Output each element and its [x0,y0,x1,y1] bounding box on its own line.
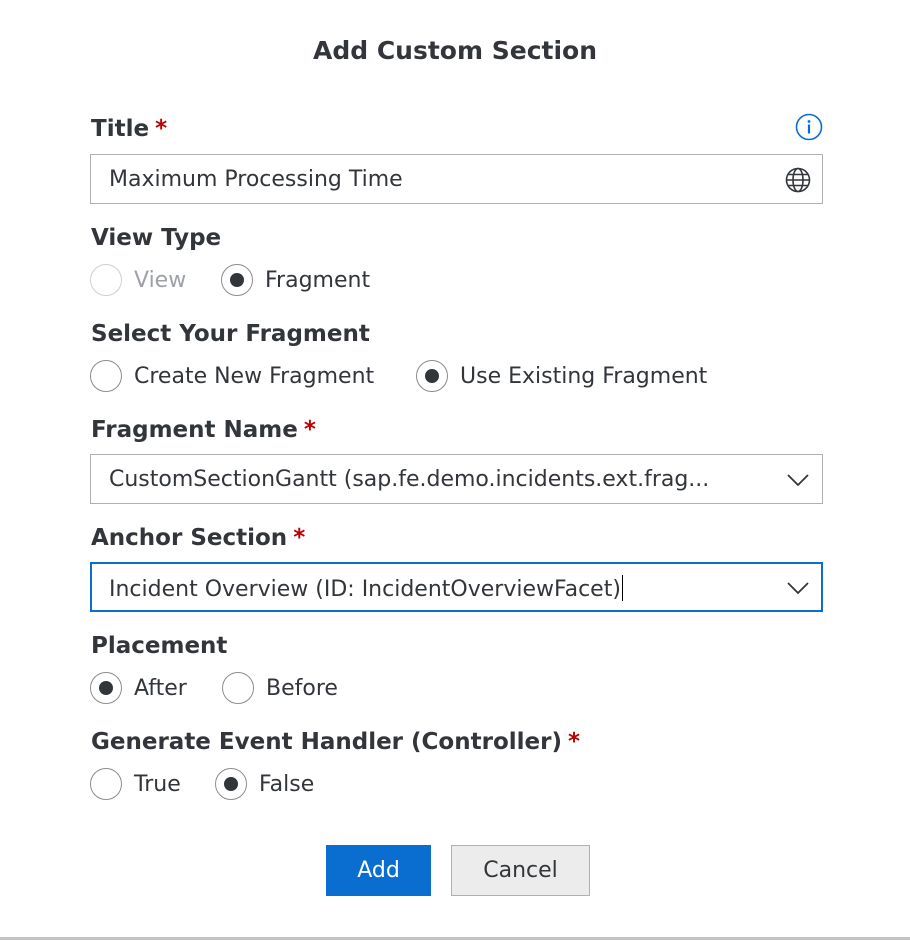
anchor-section-value-wrap: Incident Overview (ID: IncidentOverviewF… [109,575,623,602]
dialog-title: Add Custom Section [312,36,598,65]
placement-label: Placement [91,633,228,659]
title-label-text: Title [91,116,150,142]
radio-fragment[interactable]: Fragment [221,262,370,298]
view-type-label: View Type [91,225,222,251]
fragment-name-label-text: Fragment Name [91,417,298,443]
radio-after-label: After [134,675,187,701]
radio-use-existing-fragment[interactable]: Use Existing Fragment [416,358,707,394]
radio-true-label: True [134,771,181,797]
info-icon[interactable] [795,113,823,141]
radio-after[interactable]: After [90,670,187,706]
anchor-section-value: Incident Overview (ID: IncidentOverviewF… [109,577,621,602]
select-fragment-label: Select Your Fragment [91,321,370,347]
anchor-section-label: Anchor Section * [91,525,305,551]
radio-after-circle[interactable] [90,672,122,704]
radio-create-new-fragment[interactable]: Create New Fragment [90,358,374,394]
radio-before-label: Before [266,675,338,701]
anchor-section-select[interactable]: Incident Overview (ID: IncidentOverviewF… [90,562,823,612]
fragment-name-select[interactable]: CustomSectionGantt (sap.fe.demo.incident… [90,454,823,504]
fragment-name-label: Fragment Name * [91,417,316,443]
title-label: Title * [91,116,167,142]
radio-false-circle[interactable] [215,768,247,800]
cancel-button[interactable]: Cancel [451,845,590,896]
anchor-section-label-text: Anchor Section [91,525,288,551]
text-caret [621,575,623,601]
radio-create-new-fragment-circle[interactable] [90,360,122,392]
add-button[interactable]: Add [326,845,431,896]
radio-create-new-fragment-label: Create New Fragment [134,363,375,389]
radio-view-circle[interactable] [90,264,122,296]
required-marker: * [293,525,306,551]
event-handler-label-text: Generate Event Handler (Controller) [91,729,562,755]
radio-view-label: View [134,267,187,293]
radio-false-label: False [259,771,315,797]
radio-true-circle[interactable] [90,768,122,800]
event-handler-label: Generate Event Handler (Controller) * [91,729,580,755]
radio-fragment-circle[interactable] [221,264,253,296]
title-input[interactable]: Maximum Processing Time [90,154,823,204]
title-input-value: Maximum Processing Time [109,167,403,192]
radio-false[interactable]: False [215,766,314,802]
radio-view[interactable]: View [90,262,186,298]
add-custom-section-dialog: Add Custom Section Title * Maximum Proces… [0,0,910,940]
radio-before[interactable]: Before [222,670,338,706]
radio-before-circle[interactable] [222,672,254,704]
globe-icon[interactable] [784,166,812,194]
radio-fragment-label: Fragment [265,267,371,293]
required-marker: * [303,417,316,443]
chevron-down-icon[interactable] [784,466,812,494]
radio-true[interactable]: True [90,766,181,802]
required-marker: * [155,116,168,142]
required-marker: * [567,729,580,755]
chevron-down-icon[interactable] [784,574,812,602]
fragment-name-value: CustomSectionGantt (sap.fe.demo.incident… [109,467,710,492]
radio-use-existing-fragment-circle[interactable] [416,360,448,392]
radio-use-existing-fragment-label: Use Existing Fragment [460,363,708,389]
